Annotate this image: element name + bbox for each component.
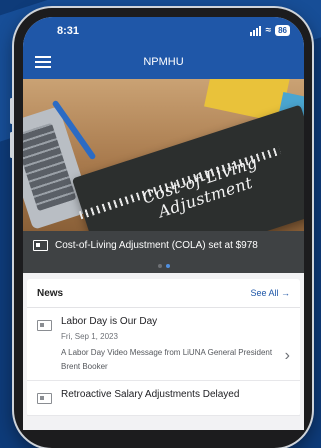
newspaper-icon (37, 320, 52, 331)
signal-icon (249, 24, 262, 36)
newspaper-icon (37, 393, 52, 404)
news-item[interactable]: Labor Day is Our Day Fri, Sep 1, 2023 A … (27, 308, 300, 381)
chevron-right-icon: › (284, 347, 290, 364)
app-title: NPMHU (143, 56, 184, 68)
wifi-icon: ≈ (265, 24, 272, 36)
app-screen: 8:31 ≈ 86 NPMHU Cost-of-Living Adjustmen… (23, 17, 304, 430)
volume-up-button (10, 98, 13, 124)
carousel-dot[interactable] (157, 264, 162, 268)
news-item[interactable]: Retroactive Salary Adjustments Delayed (27, 381, 300, 416)
status-bar: 8:31 ≈ 86 (23, 17, 304, 45)
carousel-indicator (23, 259, 304, 273)
carousel-dot-active[interactable] (165, 264, 170, 268)
news-header: News See All → (27, 279, 300, 308)
see-all-link[interactable]: See All → (250, 288, 290, 298)
battery-icon: 86 (275, 24, 290, 36)
volume-down-button (10, 132, 13, 158)
news-item-title: Retroactive Salary Adjustments Delayed (61, 389, 240, 400)
news-item-description: A Labor Day Video Message from LiUNA Gen… (61, 348, 273, 371)
hero-image[interactable]: Cost-of-Living Adjustment (23, 79, 304, 231)
newspaper-icon (33, 239, 48, 251)
hero-caption-text: Cost-of-Living Adjustment (COLA) set at … (55, 239, 258, 251)
news-item-title: Labor Day is Our Day (61, 316, 158, 327)
news-item-date: Fri, Sep 1, 2023 (61, 332, 118, 341)
status-time: 8:31 (57, 25, 80, 37)
news-section: News See All → Labor Day is Our Day Fri,… (27, 279, 300, 416)
hero-caption[interactable]: Cost-of-Living Adjustment (COLA) set at … (23, 231, 304, 259)
news-heading: News (37, 287, 64, 299)
status-indicators: ≈ 86 (249, 24, 290, 36)
app-header: NPMHU (23, 45, 304, 79)
menu-icon[interactable] (35, 56, 51, 71)
